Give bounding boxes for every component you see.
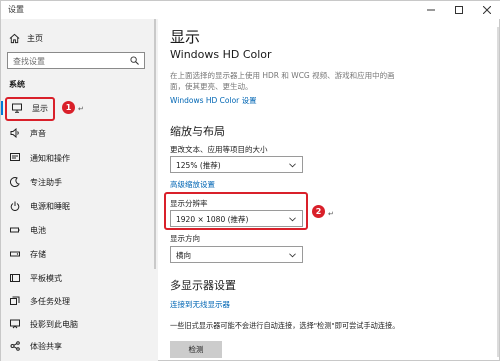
main-content: 显示 Windows HD Color 在上面选择的显示器上使用 HDR 和 W… bbox=[158, 19, 500, 361]
main-scrollbar[interactable] bbox=[497, 27, 499, 357]
advanced-scaling-link[interactable]: 高级缩放设置 bbox=[170, 179, 215, 190]
tablet-icon bbox=[9, 272, 21, 284]
home-label: 主页 bbox=[27, 33, 43, 43]
sidebar-scrollbar[interactable] bbox=[154, 19, 156, 269]
hdr-description: 在上面选择的显示器上使用 HDR 和 WCG 视频、游戏和应用中的画面，使其更亮… bbox=[170, 71, 395, 91]
page-title: 显示 bbox=[170, 28, 201, 46]
minimize-icon[interactable] bbox=[417, 1, 445, 19]
search-icon bbox=[130, 56, 139, 65]
scale-label: 更改文本、应用等项目的大小 bbox=[170, 145, 268, 154]
sidebar-item-label: 电源和睡眠 bbox=[30, 201, 70, 211]
home-icon bbox=[9, 33, 21, 44]
sidebar-item-battery[interactable]: 电池 bbox=[1, 223, 151, 237]
search-placeholder: 查找设置 bbox=[13, 57, 45, 66]
highlight-box-resolution bbox=[164, 192, 308, 230]
sidebar-item-tablet-mode[interactable]: 平板模式 bbox=[1, 271, 151, 285]
sidebar: 主页 查找设置 系统 显示 声音 通知和操作 专注助手 电源和睡眠 电池 存储 … bbox=[1, 19, 158, 361]
speaker-icon bbox=[9, 127, 21, 139]
close-icon[interactable] bbox=[473, 1, 500, 19]
sidebar-item-focus-assist[interactable]: 专注助手 bbox=[1, 175, 151, 189]
multi-display-heading: 多显示器设置 bbox=[170, 279, 236, 292]
sidebar-item-label: 体验共享 bbox=[30, 341, 62, 351]
sidebar-item-shared-experiences[interactable]: 体验共享 bbox=[1, 339, 151, 353]
power-icon bbox=[9, 200, 21, 212]
return-mark: ↵ bbox=[328, 210, 334, 218]
sidebar-item-sound[interactable]: 声音 bbox=[1, 126, 151, 140]
scale-dropdown-value: 125% (推荐) bbox=[176, 161, 221, 170]
highlight-box-display bbox=[5, 97, 55, 121]
section-title-system: 系统 bbox=[9, 80, 25, 89]
step-badge-2: 2 bbox=[312, 205, 325, 218]
settings-window: 设置 主页 查找设置 系统 显示 声音 通知和操作 专注助手 电源和睡眠 电池 … bbox=[0, 0, 500, 361]
wireless-display-link[interactable]: 连接到无线显示器 bbox=[170, 299, 230, 310]
sidebar-item-label: 多任务处理 bbox=[30, 296, 70, 306]
sidebar-item-multitasking[interactable]: 多任务处理 bbox=[1, 294, 151, 308]
chevron-down-icon bbox=[289, 253, 296, 258]
multitask-icon bbox=[9, 295, 21, 307]
sidebar-item-project[interactable]: 投影到此电脑 bbox=[1, 317, 151, 331]
battery-icon bbox=[9, 224, 21, 236]
scale-layout-heading: 缩放与布局 bbox=[170, 125, 225, 138]
window-title: 设置 bbox=[8, 5, 24, 14]
step-badge-1: 1 bbox=[62, 101, 75, 114]
notification-icon bbox=[9, 152, 21, 164]
search-input[interactable]: 查找设置 bbox=[7, 52, 145, 69]
sidebar-item-label: 投影到此电脑 bbox=[30, 319, 78, 329]
sidebar-item-label: 存储 bbox=[30, 249, 46, 259]
sidebar-item-label: 专注助手 bbox=[30, 177, 62, 187]
window-controls bbox=[417, 1, 500, 19]
sidebar-item-label: 电池 bbox=[30, 225, 46, 235]
detect-button[interactable]: 检测 bbox=[170, 341, 222, 358]
sidebar-item-label: 平板模式 bbox=[30, 273, 62, 283]
storage-icon bbox=[9, 248, 21, 260]
moon-icon bbox=[9, 176, 21, 188]
chevron-down-icon bbox=[289, 163, 296, 168]
sidebar-item-notifications[interactable]: 通知和操作 bbox=[1, 151, 151, 165]
sidebar-item-storage[interactable]: 存储 bbox=[1, 247, 151, 261]
scale-dropdown[interactable]: 125% (推荐) bbox=[170, 156, 303, 173]
hdr-settings-link[interactable]: Windows HD Color 设置 bbox=[170, 95, 257, 106]
nav-home[interactable]: 主页 bbox=[9, 31, 43, 45]
multi-display-description: 一些旧式显示器可能不会进行自动连接，选择"检测"即可尝试手动连接。 bbox=[170, 321, 400, 330]
project-icon bbox=[9, 318, 21, 330]
share-icon bbox=[9, 340, 21, 352]
sidebar-item-label: 通知和操作 bbox=[30, 153, 70, 163]
orientation-dropdown[interactable]: 横向 bbox=[170, 246, 303, 263]
sidebar-item-label: 声音 bbox=[30, 128, 46, 138]
maximize-icon[interactable] bbox=[445, 1, 473, 19]
sidebar-item-power-sleep[interactable]: 电源和睡眠 bbox=[1, 199, 151, 213]
hdr-heading: Windows HD Color bbox=[170, 48, 272, 61]
orientation-label: 显示方向 bbox=[170, 234, 200, 243]
title-bar: 设置 bbox=[1, 1, 500, 19]
orientation-dropdown-value: 横向 bbox=[176, 251, 191, 260]
return-mark: ↵ bbox=[78, 105, 84, 113]
